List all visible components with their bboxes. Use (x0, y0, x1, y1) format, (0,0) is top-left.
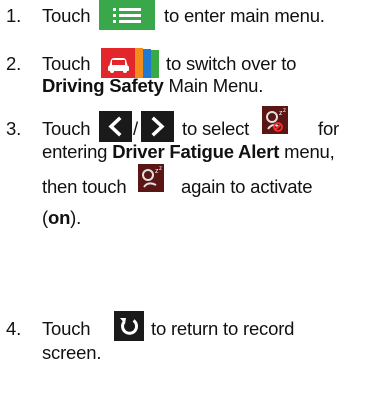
step-number: 3. (6, 118, 22, 139)
chevron-right-icon[interactable] (141, 111, 174, 142)
step-text-line3-prefix: then touch (42, 176, 127, 197)
step-number: 4. (6, 318, 22, 339)
driver-fatigue-alert-label: Driver Fatigue Alert (112, 141, 280, 162)
driving-safety-label: Driving Safety (42, 75, 164, 96)
step-text-line2: screen. (42, 342, 102, 363)
step-text-prefix: Touch (42, 53, 91, 74)
driver-fatigue-icon[interactable]: z z (262, 106, 288, 134)
chevron-left-icon[interactable] (99, 111, 132, 142)
step-text-suffix: for (318, 118, 339, 139)
step-text-line2: entering Driver Fatigue Alert menu, (42, 141, 335, 162)
step-text-line2: Driving Safety Main Menu. (42, 75, 264, 96)
return-icon[interactable] (114, 311, 144, 341)
step-text-prefix: Touch (42, 5, 91, 26)
svg-text:z: z (283, 108, 286, 114)
step-number: 1. (6, 5, 22, 26)
menu-list-icon[interactable] (99, 0, 155, 30)
svg-text:z: z (159, 166, 162, 172)
step-number: 2. (6, 53, 22, 74)
car-tab-icon[interactable] (101, 48, 161, 78)
step-text-suffix: to enter main menu. (164, 5, 325, 26)
step-text-mid: to select (182, 118, 250, 139)
driver-fatigue-icon[interactable]: z z (138, 164, 164, 192)
step-text-suffix: to switch over to (166, 53, 297, 74)
step-text-line4: (on). (42, 207, 82, 228)
step-text-prefix: Touch (42, 118, 91, 139)
step-text-suffix: to return to record (151, 318, 295, 339)
step-text-line3-suffix: again to activate (181, 176, 313, 197)
separator: / (133, 118, 138, 139)
step-text-prefix: Touch (42, 318, 91, 339)
on-label: on (47, 207, 71, 228)
